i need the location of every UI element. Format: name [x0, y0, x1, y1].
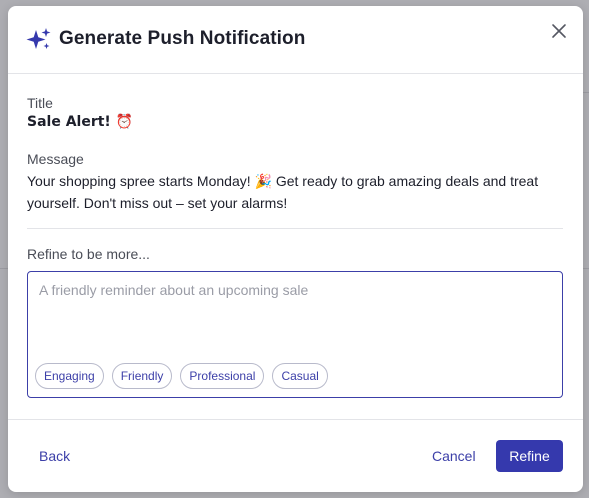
generate-push-dialog: Generate Push Notification Title Sale Al… — [8, 6, 583, 492]
chip-engaging[interactable]: Engaging — [35, 363, 104, 389]
refine-button[interactable]: Refine — [496, 440, 563, 472]
background-divider — [0, 268, 8, 269]
sparkles-icon — [26, 27, 52, 53]
message-value: Your shopping spree starts Monday! 🎉 Get… — [27, 173, 539, 211]
background-divider — [583, 92, 589, 93]
dialog-title: Generate Push Notification — [59, 28, 306, 49]
section-divider — [27, 228, 563, 229]
title-value: Sale Alert! ⏰ — [27, 114, 134, 130]
back-button[interactable]: Back — [39, 448, 70, 464]
message-label: Message — [27, 151, 84, 167]
refine-input-box[interactable]: Engaging Friendly Professional Casual — [27, 271, 563, 398]
dialog-header: Generate Push Notification — [8, 6, 583, 74]
chip-friendly[interactable]: Friendly — [111, 363, 173, 389]
dialog-footer: Back Cancel Refine — [8, 419, 583, 492]
close-button[interactable] — [548, 20, 570, 42]
close-icon — [552, 24, 566, 38]
chip-casual[interactable]: Casual — [272, 363, 328, 389]
refine-label: Refine to be more... — [27, 246, 150, 262]
chip-professional[interactable]: Professional — [180, 363, 265, 389]
title-label: Title — [27, 95, 53, 111]
background-divider — [583, 268, 589, 269]
refine-input[interactable] — [39, 282, 539, 352]
tone-chips: Engaging Friendly Professional Casual — [35, 363, 328, 389]
cancel-button[interactable]: Cancel — [432, 448, 476, 464]
